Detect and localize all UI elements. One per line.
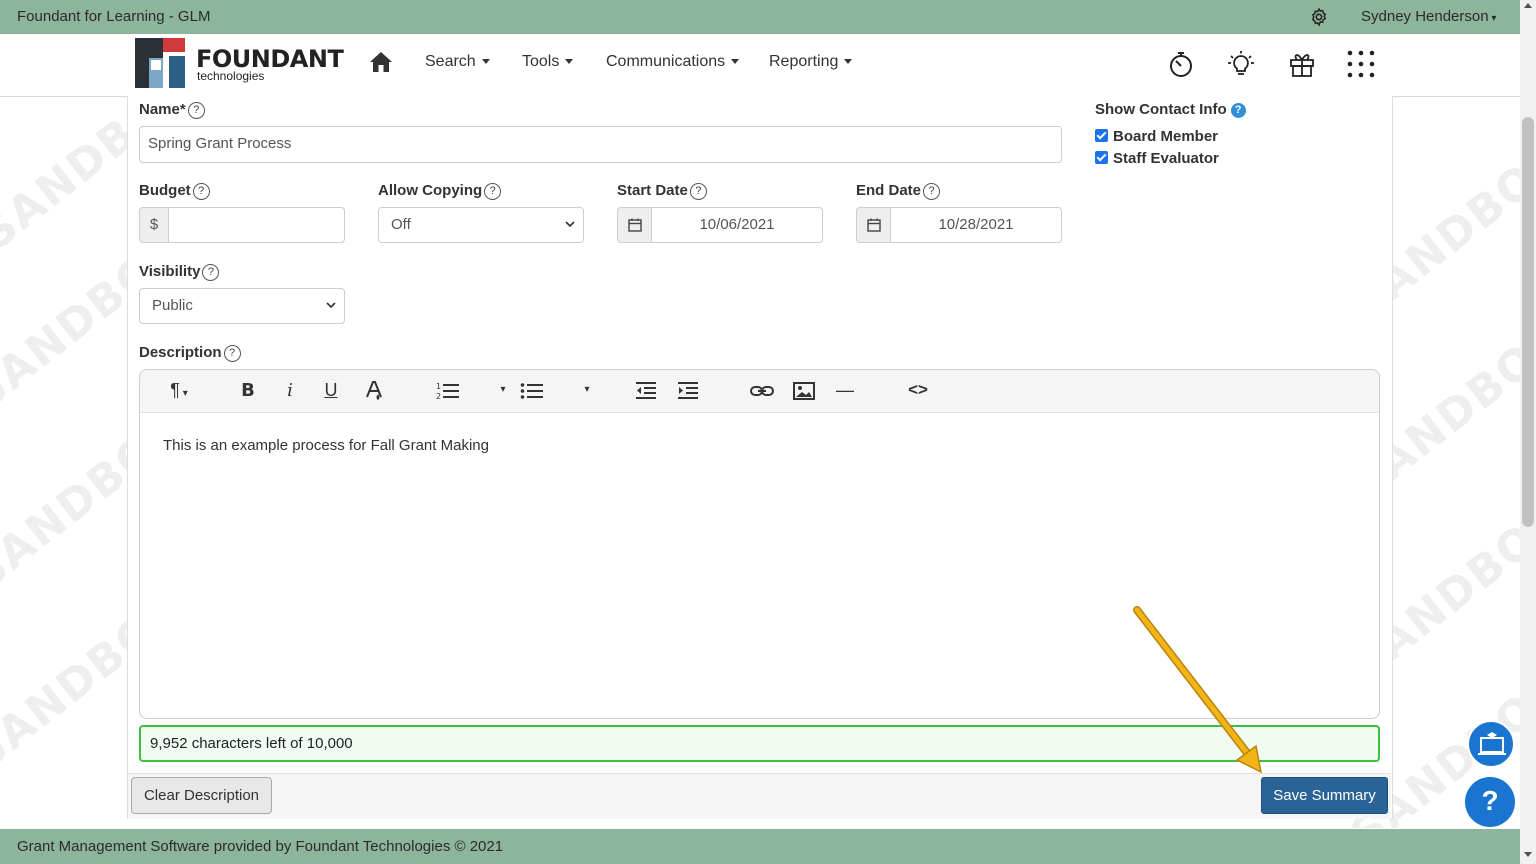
underline-icon[interactable]: U [321, 380, 341, 402]
caret-down-icon [565, 59, 574, 65]
start-date-input[interactable]: 10/06/2021 [651, 207, 823, 243]
chevron-down-icon: ▾ [1488, 13, 1497, 24]
end-date-calendar-button[interactable] [856, 207, 891, 243]
classroom-button[interactable] [1467, 720, 1515, 768]
description-label: Description? [139, 344, 241, 362]
main-navbar: FOUNDANT technologies Search Tools Commu… [0, 34, 1520, 97]
help-button[interactable]: ? [1465, 777, 1515, 827]
bullet-list-icon[interactable] [520, 380, 544, 402]
help-icon[interactable]: ? [192, 183, 210, 200]
lightbulb-icon[interactable] [1227, 50, 1255, 78]
svg-text:2: 2 [436, 392, 441, 401]
scroll-down-icon[interactable] [1524, 852, 1532, 857]
svg-text:1: 1 [436, 382, 441, 391]
bullet-list-dropdown-icon[interactable]: ▾ [580, 384, 594, 406]
budget-label: Budget? [139, 182, 210, 200]
start-date-label: Start Date? [617, 182, 707, 200]
editor-toolbar: ¶ ▾ B i U 12 ▾ ▾ — <> [140, 370, 1379, 413]
bold-icon[interactable]: B [238, 380, 258, 402]
info-icon[interactable]: ? [1230, 103, 1246, 118]
save-summary-button[interactable]: Save Summary [1261, 777, 1388, 814]
chevron-down-icon [326, 302, 336, 309]
name-input[interactable]: Spring Grant Process [139, 126, 1062, 163]
link-icon[interactable] [750, 380, 774, 402]
nav-reporting[interactable]: Reporting [769, 53, 853, 71]
nav-search[interactable]: Search [425, 53, 490, 71]
calendar-icon [628, 218, 642, 232]
question-icon: ? [1481, 785, 1499, 816]
chevron-down-icon [565, 221, 575, 228]
board-member-checkbox[interactable]: Board Member [1095, 128, 1218, 145]
paragraph-format-icon[interactable]: ¶ ▾ [162, 380, 196, 402]
logo-mark-icon [135, 38, 185, 88]
allow-copying-select[interactable]: Off [378, 207, 584, 243]
end-date-label: End Date? [856, 182, 941, 200]
budget-input[interactable] [168, 207, 345, 243]
allow-copying-label: Allow Copying? [378, 182, 502, 200]
help-icon[interactable]: ? [923, 183, 941, 200]
checkbox-checked[interactable] [1095, 151, 1108, 164]
description-content[interactable]: This is an example process for Fall Gran… [163, 437, 489, 454]
stopwatch-icon[interactable] [1167, 50, 1195, 78]
page-footer: Grant Management Software provided by Fo… [0, 829, 1520, 864]
logo-sub: technologies [197, 69, 265, 83]
scrollbar-thumb[interactable] [1522, 117, 1534, 527]
caret-down-icon [844, 59, 853, 65]
horizontal-rule-icon[interactable]: — [834, 380, 856, 402]
help-icon[interactable]: ? [689, 183, 707, 200]
image-icon[interactable] [792, 380, 816, 402]
app-title: Foundant for Learning - GLM [17, 8, 211, 25]
gift-icon[interactable] [1288, 50, 1316, 78]
text-color-icon[interactable] [364, 380, 384, 402]
checkbox-checked[interactable] [1095, 129, 1108, 142]
help-icon[interactable]: ? [484, 183, 502, 200]
outdent-icon[interactable] [635, 380, 657, 402]
indent-icon[interactable] [677, 380, 699, 402]
scroll-up-icon[interactable] [1524, 3, 1532, 8]
gear-icon[interactable] [1309, 7, 1329, 27]
calendar-icon [867, 218, 881, 232]
name-label: Name*? [139, 101, 205, 119]
ordered-list-dropdown-icon[interactable]: ▾ [496, 384, 510, 406]
code-view-icon[interactable]: <> [904, 380, 932, 402]
show-contact-info-label: Show Contact Info? [1095, 101, 1246, 118]
footer-text: Grant Management Software provided by Fo… [17, 838, 504, 855]
apps-grid-icon[interactable] [1347, 50, 1375, 78]
caret-down-icon [481, 59, 490, 65]
currency-addon: $ [139, 207, 169, 243]
start-date-calendar-button[interactable] [617, 207, 652, 243]
italic-icon[interactable]: i [280, 380, 300, 402]
staff-evaluator-checkbox[interactable]: Staff Evaluator [1095, 150, 1219, 167]
user-name: Sydney Henderson [1361, 8, 1489, 25]
classroom-icon [1478, 732, 1506, 755]
visibility-label: Visibility? [139, 263, 220, 281]
ordered-list-icon[interactable]: 12 [436, 380, 460, 402]
foundant-logo[interactable]: FOUNDANT technologies [133, 36, 344, 90]
nav-communications[interactable]: Communications [606, 53, 740, 71]
user-menu[interactable]: Sydney Henderson ▾ [1361, 8, 1496, 25]
nav-tools[interactable]: Tools [522, 53, 574, 71]
end-date-input[interactable]: 10/28/2021 [890, 207, 1062, 243]
visibility-select[interactable]: Public [139, 288, 345, 324]
help-icon[interactable]: ? [187, 102, 205, 119]
top-bar: Foundant for Learning - GLM Sydney Hende… [0, 0, 1520, 34]
clear-description-button[interactable]: Clear Description [131, 777, 272, 814]
help-icon[interactable]: ? [202, 264, 220, 281]
help-icon[interactable]: ? [223, 345, 241, 362]
home-icon[interactable] [369, 51, 393, 73]
annotation-arrow-icon [1133, 606, 1263, 774]
caret-down-icon [731, 59, 740, 65]
